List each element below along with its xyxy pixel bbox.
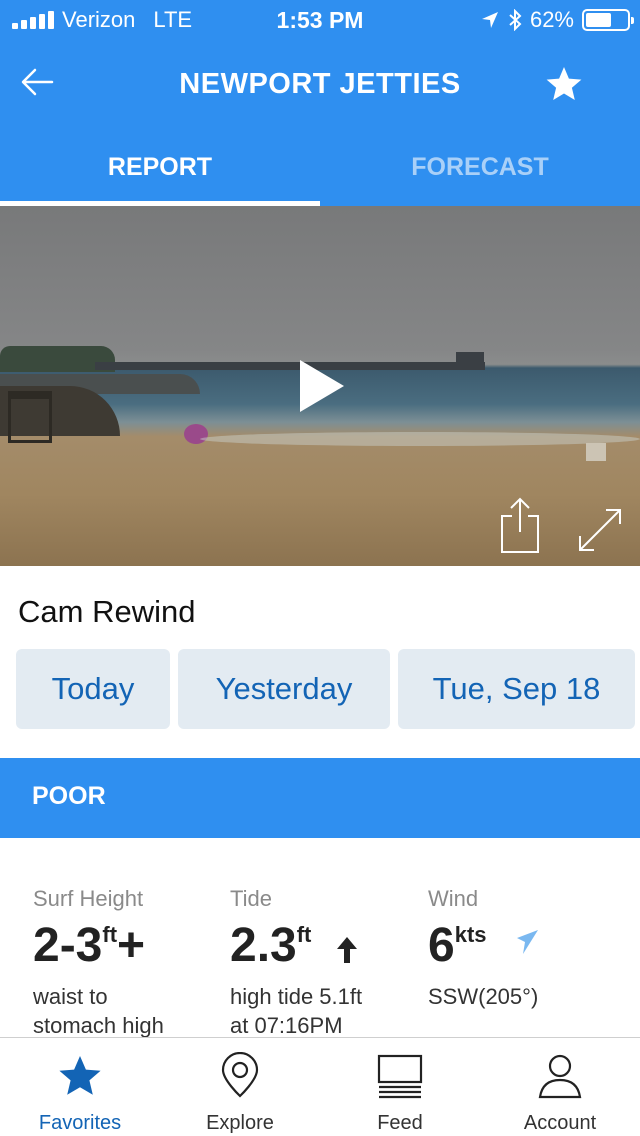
share-icon[interactable] [496,496,544,556]
wind-number: 6 [428,919,455,972]
nav-account[interactable]: Account [480,1038,640,1136]
pier-end-building [456,352,484,366]
tab-bar: REPORT FORECAST [0,130,640,206]
nav-favorites[interactable]: Favorites [0,1038,160,1136]
nav-explore-label: Explore [206,1112,274,1134]
tide-unit: ft [296,922,312,947]
surf-height-number: 2-3 [33,919,103,972]
wind-label: Wind [428,886,479,911]
map-pin-icon [221,1052,259,1098]
surf-height-unit: ft [102,922,118,947]
user-icon [538,1054,582,1099]
rewind-date-button[interactable]: Tue, Sep 18 [398,649,635,729]
surf-height-suffix: + [117,919,146,972]
tide-desc-line2: at 07:16PM [230,1013,343,1038]
wind-unit: kts [454,922,487,947]
beach-object [586,443,606,461]
play-icon[interactable] [296,358,346,414]
surf-desc-line2: stomach high [33,1013,164,1038]
rewind-today-button[interactable]: Today [16,649,170,729]
wind-desc-line1: SSW(205°) [428,984,539,1009]
star-icon[interactable] [544,64,584,104]
pier [95,362,485,370]
bluetooth-icon [509,9,522,31]
battery-percentage: 62% [529,7,574,32]
lifeguard-tower [8,391,52,443]
tide-value: 2.3ft [230,918,362,972]
nav-favorites-label: Favorites [38,1112,122,1134]
surf-height-value: 2-3ft+ [33,918,164,972]
wind-direction-arrow-icon [516,930,538,954]
tide-desc-line1: high tide 5.1ft [230,984,363,1009]
surf-height-metric: Surf Height 2-3ft+ waist to stomach high [33,886,164,1040]
cam-rewind-title: Cam Rewind [18,594,196,629]
tide-description: high tide 5.1ft at 07:16PM [230,982,362,1040]
tide-label: Tide [230,886,272,911]
tab-report[interactable]: REPORT [0,130,320,206]
beach-umbrella [184,424,208,444]
feed-icon [377,1054,423,1099]
bottom-navigation: Favorites Explore Feed Account [0,1037,640,1136]
surf-rating-banner: POOR [0,758,640,838]
status-bar: Verizon LTE 1:53 PM 62% [0,0,640,40]
nav-account-label: Account [523,1112,597,1134]
star-icon [59,1056,101,1095]
shoreline-foam [200,432,640,446]
surf-desc-line1: waist to [33,984,108,1009]
tab-forecast[interactable]: FORECAST [320,130,640,206]
nav-feed[interactable]: Feed [320,1038,480,1136]
surf-height-label: Surf Height [33,886,144,911]
nav-explore[interactable]: Explore [160,1038,320,1136]
arrow-up-icon [336,937,357,963]
tide-metric: Tide 2.3ft high tide 5.1ft at 07:16PM [230,886,362,1040]
location-arrow-icon [481,12,498,28]
wind-description: SSW(205°) [428,982,542,1011]
surf-cam-video[interactable] [0,206,640,566]
nav-feed-label: Feed [377,1112,423,1134]
expand-icon[interactable] [576,506,624,554]
wind-value: 6kts [428,918,542,972]
tide-number: 2.3 [230,919,297,972]
rewind-yesterday-button[interactable]: Yesterday [178,649,390,729]
surf-height-description: waist to stomach high [33,982,164,1040]
navigation-bar: NEWPORT JETTIES [0,40,640,130]
wind-metric: Wind 6kts SSW(205°) [428,886,542,1011]
battery-icon [582,9,634,31]
